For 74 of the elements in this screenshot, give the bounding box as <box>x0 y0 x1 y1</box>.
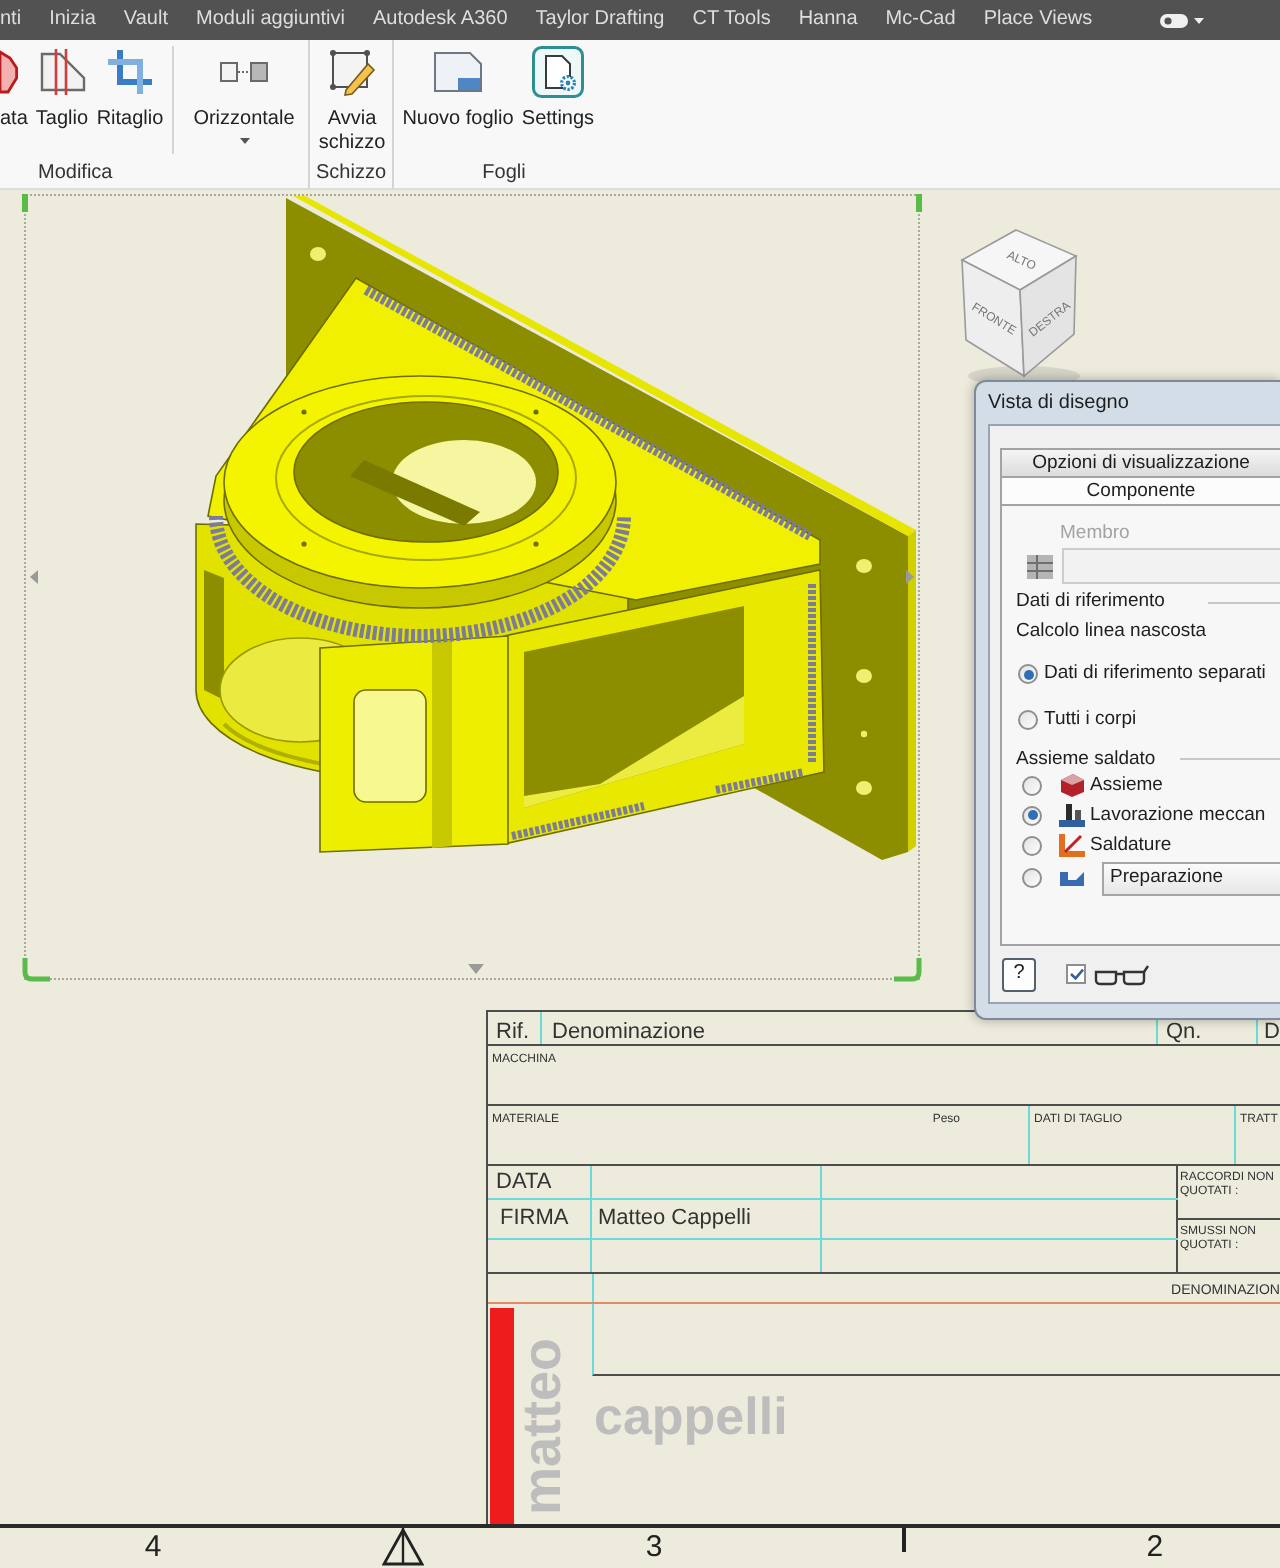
panel-menu-button[interactable] <box>1160 13 1204 27</box>
ribbon-button[interactable]: ata <box>0 40 28 160</box>
toggle-icon <box>1160 13 1188 27</box>
ribbon-tab[interactable]: Place Views <box>983 10 1093 30</box>
sketch-pencil-icon <box>328 48 376 96</box>
ribbon-tab[interactable]: nti <box>0 10 22 30</box>
radio-button[interactable] <box>1022 775 1042 795</box>
dialog-tab[interactable]: Componente <box>1000 476 1280 506</box>
field-label: FIRMA <box>500 1208 569 1230</box>
ribbon-button[interactable]: Avvia schizzo <box>312 40 392 160</box>
ribbon-group-label: Schizzo <box>313 160 388 188</box>
corner-marker-icon <box>22 958 50 982</box>
glasses-icon <box>1094 963 1150 985</box>
radio-button[interactable] <box>1018 710 1038 730</box>
partial-shape-icon <box>0 50 18 94</box>
header-label: D <box>1264 1022 1280 1044</box>
ruler-label: 2 <box>1146 1528 1164 1568</box>
caret-icon <box>1194 17 1204 23</box>
ribbon-group-label: Modifica <box>36 160 115 188</box>
radio-button[interactable] <box>1022 835 1042 855</box>
ribbon-tab[interactable]: Taylor Drafting <box>535 10 665 30</box>
sheet-icon <box>432 50 484 94</box>
dialog-title: Vista di disegno <box>986 390 1131 418</box>
header-label: Qn. <box>1166 1022 1202 1044</box>
signature-value: Matteo Cappelli <box>598 1208 751 1230</box>
section-caption: Calcolo linea nascosta <box>1014 620 1209 644</box>
field-label: DATA <box>496 1171 552 1193</box>
ribbon-tab[interactable]: Autodesk A360 <box>372 10 508 30</box>
section-lines-icon <box>38 48 86 96</box>
ribbon-button[interactable]: Settings <box>518 40 598 160</box>
document-gear-icon <box>532 46 584 98</box>
box-icon <box>1058 772 1086 798</box>
table-icon <box>1026 553 1054 579</box>
ribbon-button[interactable]: Nuovo foglio <box>398 40 518 160</box>
ribbon-tab[interactable]: Hanna <box>798 10 858 30</box>
ribbon-button[interactable]: Orizzontale <box>188 40 300 160</box>
machine-icon <box>1058 802 1086 828</box>
dropdown-field[interactable]: Preparazione <box>1102 861 1280 895</box>
group-heading: Assieme saldato <box>1016 748 1156 770</box>
help-button[interactable]: ? <box>1002 957 1036 991</box>
header-label: Denominazione <box>552 1022 705 1044</box>
header-label: Rif. <box>496 1022 529 1044</box>
angle-weld-icon <box>1058 832 1086 858</box>
corner-marker-icon <box>916 194 922 212</box>
edge-arrow-icon <box>468 964 484 974</box>
group-heading: Dati di riferimento <box>1016 590 1165 614</box>
radio-label[interactable]: Dati di riferimento separati <box>1044 662 1266 686</box>
radio-button[interactable] <box>1022 868 1042 888</box>
edge-arrow-icon <box>906 570 914 584</box>
radio-button[interactable] <box>1018 664 1038 684</box>
corner-marker-icon <box>894 958 922 982</box>
edge-arrow-icon <box>30 570 38 584</box>
checkmark-icon <box>1069 968 1083 980</box>
ribbon-tab[interactable]: Inizia <box>49 10 96 30</box>
ribbon-tab[interactable]: CT Tools <box>692 10 771 30</box>
aligned-boxes-icon <box>218 60 270 84</box>
ribbon-tab[interactable]: Vault <box>123 10 168 30</box>
radio-label[interactable]: Assieme <box>1090 773 1163 797</box>
crop-icon <box>106 48 154 96</box>
corner-marker-icon <box>22 194 28 212</box>
radio-label[interactable]: Saldature <box>1090 833 1172 857</box>
member-label: Membro <box>1058 522 1132 546</box>
ribbon-tab[interactable]: Mc-Cad <box>885 10 956 30</box>
checkbox[interactable] <box>1066 964 1086 984</box>
ribbon-tab[interactable]: Moduli aggiuntivi <box>195 10 345 30</box>
ruler-label: 3 <box>645 1528 663 1568</box>
ribbon-button[interactable]: Ritaglio <box>94 40 166 160</box>
radio-label[interactable]: Tutti i corpi <box>1044 708 1137 732</box>
ruler-label: 4 <box>144 1528 162 1568</box>
ribbon-group-label: Fogli <box>480 160 528 188</box>
radio-button[interactable] <box>1022 805 1042 825</box>
dialog-tab[interactable]: Opzioni di visualizzazione <box>1000 448 1280 478</box>
radio-label[interactable]: Lavorazione meccan <box>1090 803 1266 827</box>
ribbon-button[interactable]: Taglio <box>32 40 92 160</box>
